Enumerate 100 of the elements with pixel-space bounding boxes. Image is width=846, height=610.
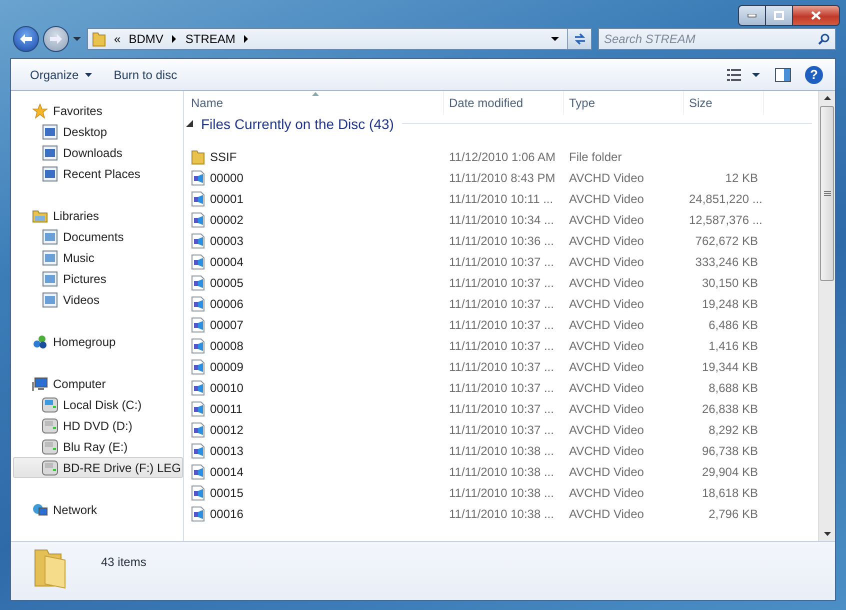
sidebar-icon [32,334,48,350]
sidebar-item[interactable]: Local Disk (C:) [11,394,183,415]
file-name[interactable]: 00006 [210,296,244,310]
maximize-button[interactable] [765,5,792,26]
file-name[interactable]: 00000 [210,170,244,184]
minimize-button[interactable] [738,5,765,26]
file-name[interactable]: 00014 [210,464,244,478]
refresh-icon [572,32,586,46]
sidebar-icon [42,228,58,244]
details-view-icon [727,68,761,80]
type-cell: AVCHD Video [569,212,644,226]
sidebar-item[interactable]: Libraries [11,205,183,226]
pane-icon [775,68,791,82]
size-cell: 6,486 KB [708,318,758,332]
size-cell: 30,150 KB [702,276,758,290]
sidebar-item[interactable]: Downloads [11,142,183,163]
scroll-up-icon[interactable] [824,96,830,100]
column-header[interactable]: Size [684,91,764,115]
sidebar-item[interactable]: Pictures [11,268,183,289]
file-name[interactable]: 00015 [210,486,244,500]
sidebar-item[interactable]: Videos [11,289,183,310]
back-button[interactable] [13,26,39,52]
group-header[interactable]: Files Currently on the Disc (43) [201,116,394,132]
file-name[interactable]: 00005 [210,276,244,290]
sidebar-item[interactable]: Network [11,499,183,520]
sidebar-icon [32,208,48,224]
folder-icon [92,31,106,47]
vertical-scrollbar[interactable] [818,91,835,541]
item-count: 43 items [101,555,146,569]
scroll-down-icon[interactable] [824,532,830,536]
drive-icon [42,418,58,434]
forward-button[interactable] [43,26,69,52]
breadcrumb-item[interactable]: STREAM [185,32,236,46]
breadcrumb-overflow[interactable]: « [114,32,121,46]
organize-menu-button[interactable]: Organize [20,64,102,86]
type-cell: AVCHD Video [569,486,644,500]
sidebar-item[interactable]: BD-RE Drive (F:) LEG [13,457,183,478]
file-name[interactable]: 00004 [210,254,244,268]
sidebar-item[interactable]: Desktop [11,121,183,142]
size-cell: 8,688 KB [708,380,758,394]
file-name[interactable]: 00012 [210,422,244,436]
chevron-right-icon[interactable] [243,35,250,43]
file-name[interactable]: 00007 [210,318,244,332]
file-name[interactable]: 00011 [210,402,242,416]
size-cell: 29,904 KB [702,464,758,478]
date-cell: 11/11/2010 10:34 ... [449,212,554,226]
size-cell: 1,416 KB [708,338,758,352]
video-file-icon [191,316,205,332]
column-header[interactable]: Type [564,91,684,115]
sidebar-icon [32,502,48,518]
type-cell: AVCHD Video [569,254,644,268]
file-name[interactable]: 00002 [210,212,244,226]
date-cell: 11/11/2010 10:38 ... [449,444,554,458]
file-name[interactable]: 00016 [210,506,244,520]
breadcrumb-item[interactable]: BDMV [128,32,164,46]
sidebar-item[interactable]: Computer [11,373,183,394]
sidebar-item[interactable]: Blu Ray (E:) [11,436,183,457]
sidebar-item[interactable]: Favorites [11,100,183,121]
drive-icon [42,396,58,412]
date-cell: 11/11/2010 10:37 ... [449,380,554,394]
drive-icon [42,460,58,476]
type-cell: AVCHD Video [569,170,644,184]
date-cell: 11/11/2010 10:11 ... [449,192,554,206]
sidebar-item[interactable]: HD DVD (D:) [11,415,183,436]
type-cell: AVCHD Video [569,296,644,310]
type-cell: AVCHD Video [569,192,644,206]
date-cell: 11/11/2010 10:37 ... [449,360,554,374]
column-header[interactable]: Date modified [444,91,564,115]
file-name[interactable]: SSIF [210,150,237,164]
sidebar-icon [42,270,58,286]
sidebar-item[interactable]: Homegroup [11,331,183,352]
file-name[interactable]: 00013 [210,444,244,458]
collapse-triangle-icon[interactable] [186,120,193,127]
file-name[interactable]: 00001 [210,192,244,206]
file-name[interactable]: 00009 [210,360,244,374]
toolbar-button[interactable]: Burn to disc [104,64,188,86]
size-cell: 12,587,376 ... [689,212,762,226]
grip-icon[interactable] [824,191,830,196]
chevron-right-icon[interactable] [171,35,178,43]
file-name[interactable]: 00010 [210,380,244,394]
size-cell: 19,248 KB [702,296,758,310]
close-button[interactable] [792,5,840,26]
sidebar-item[interactable]: Documents [11,226,183,247]
sidebar-icon [42,166,58,182]
file-name[interactable]: 00003 [210,234,244,248]
sidebar-item[interactable]: Music [11,247,183,268]
file-name[interactable]: 00008 [210,338,244,352]
help-button[interactable]: ? [805,66,823,84]
size-cell: 96,738 KB [702,444,758,458]
address-bar[interactable]: « BDMV STREAM [87,28,592,50]
sidebar-item[interactable]: Recent Places [11,163,183,184]
video-file-icon [191,296,205,312]
dropdown-caret-icon[interactable] [551,36,559,42]
refresh-button[interactable] [567,29,591,49]
date-cell: 11/11/2010 10:38 ... [449,506,554,520]
video-file-icon [191,170,205,186]
search-icon [818,33,830,45]
date-cell: 11/11/2010 10:36 ... [449,234,554,248]
search-field[interactable]: Search STREAM [598,28,836,50]
video-file-icon [191,464,205,480]
